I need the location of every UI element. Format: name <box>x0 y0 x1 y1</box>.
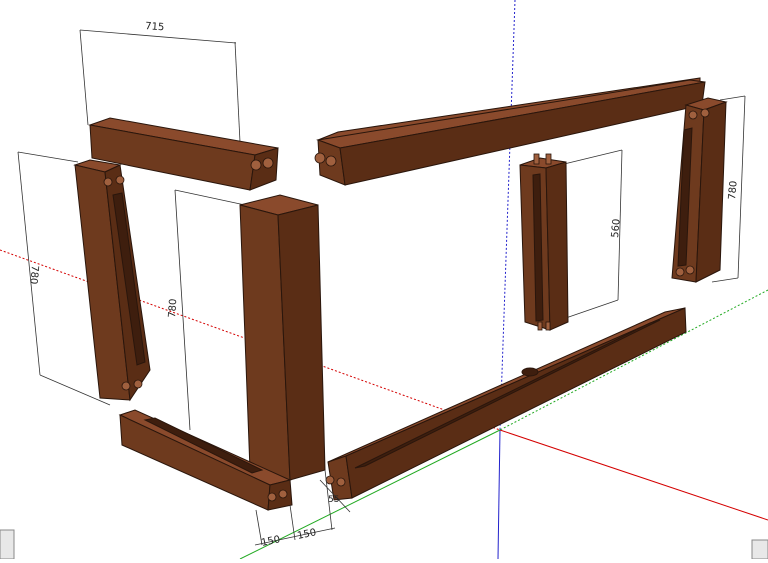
dimension-label-front-780: 780 <box>167 298 179 318</box>
dimension-label-150-left: 150 <box>260 534 281 549</box>
peg-icon <box>533 153 540 165</box>
right-grooved-post[interactable] <box>671 97 728 283</box>
peg-icon <box>121 381 131 391</box>
dimension-label-560: 560 <box>610 218 623 238</box>
dimension-middle-post: 560 <box>559 149 623 321</box>
corner-widget-right[interactable] <box>751 539 768 560</box>
dimension-label-right-780: 780 <box>727 180 740 200</box>
peg-icon <box>537 321 543 331</box>
peg-icon <box>262 157 274 169</box>
middle-small-post[interactable] <box>519 153 569 331</box>
peg-icon <box>267 492 277 502</box>
peg-icon <box>700 108 710 118</box>
peg-icon <box>325 475 335 485</box>
peg-icon <box>675 267 685 277</box>
blue-axis <box>497 429 501 560</box>
dimension-front-post: 780 <box>167 189 246 431</box>
dimension-label-left-780: 780 <box>27 265 40 285</box>
peg-icon <box>545 321 551 331</box>
dimension-label-715: 715 <box>145 21 165 33</box>
dimension-label-55: 55 <box>328 495 339 505</box>
corner-widget[interactable] <box>0 529 15 560</box>
top-right-long-rail[interactable] <box>314 77 706 186</box>
peg-icon <box>325 155 337 167</box>
peg-icon <box>278 489 288 499</box>
peg-icon <box>545 153 552 165</box>
model-canvas[interactable]: 715 780 780 560 780 150 150 55 <box>0 0 768 560</box>
peg-icon <box>688 110 698 120</box>
peg-icon <box>103 177 113 187</box>
sketchup-viewport[interactable]: 715 780 780 560 780 150 150 55 <box>0 0 768 560</box>
peg-icon <box>115 175 125 185</box>
front-tall-post[interactable] <box>239 194 326 481</box>
bottom-right-long-rail[interactable] <box>325 307 687 501</box>
notch-icon <box>521 367 539 377</box>
peg-icon <box>250 159 262 171</box>
blue-axis-dashed <box>499 0 516 431</box>
peg-icon <box>336 477 346 487</box>
left-grooved-post[interactable] <box>73 159 151 402</box>
peg-icon <box>685 265 695 275</box>
red-axis <box>499 429 768 521</box>
peg-icon <box>314 152 326 164</box>
peg-icon <box>133 379 143 389</box>
